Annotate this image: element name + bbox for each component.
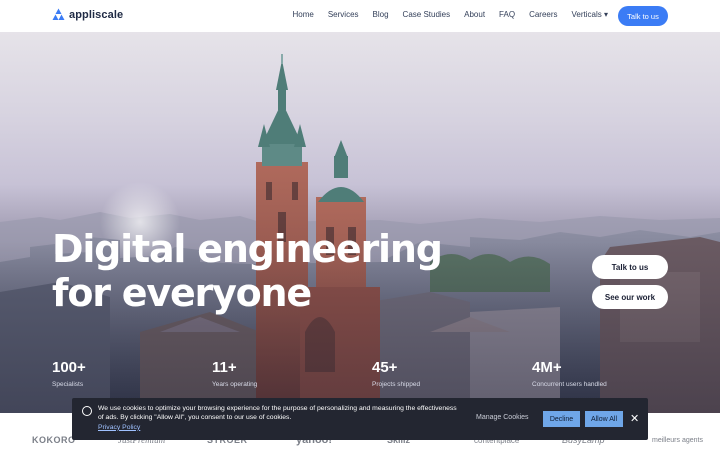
nav-item-verticals-dropdown[interactable]: Verticals ▾	[572, 10, 608, 19]
close-icon[interactable]: ✕	[630, 411, 639, 427]
allow-all-button[interactable]: Allow All	[585, 411, 623, 427]
main-menu: Home Services Blog Case Studies About FA…	[279, 10, 609, 19]
brand-name: appliscale	[69, 8, 124, 21]
see-our-work-button[interactable]: See our work	[592, 285, 668, 309]
stats-row: 100+ Specialists 11+ Years operating 45+…	[52, 359, 692, 388]
stat-value: 100+	[52, 359, 86, 376]
cookie-icon	[82, 406, 92, 416]
logo[interactable]: appliscale	[52, 8, 123, 21]
appliscale-logo-icon	[52, 8, 65, 20]
cookie-banner: We use cookies to optimize your browsing…	[72, 398, 648, 440]
stat-value: 45+	[372, 359, 398, 376]
cookie-text: We use cookies to optimize your browsing…	[98, 405, 457, 422]
nav-item-about[interactable]: About	[464, 10, 485, 19]
stat-years: 11+ Years operating	[212, 359, 372, 388]
talk-to-us-nav-button[interactable]: Talk to us	[618, 6, 668, 26]
nav-item-case-studies[interactable]: Case Studies	[403, 10, 451, 19]
headline-line-1: Digital engineering	[52, 227, 443, 271]
stat-label: Years operating	[212, 381, 258, 388]
nav-item-home[interactable]: Home	[293, 10, 314, 19]
talk-to-us-hero-button[interactable]: Talk to us	[592, 255, 668, 279]
stat-specialists: 100+ Specialists	[52, 359, 212, 388]
decline-button[interactable]: Decline	[543, 411, 580, 427]
top-navigation: appliscale Home Services Blog Case Studi…	[0, 0, 720, 32]
stat-projects: 45+ Projects shipped	[372, 359, 532, 388]
cookie-message: We use cookies to optimize your browsing…	[98, 404, 458, 432]
hero-section: Digital engineering for everyone Talk to…	[0, 32, 720, 413]
privacy-policy-link[interactable]: Privacy Policy	[98, 424, 140, 431]
client-logo-meilleurs-agents: meilleurs agents	[652, 436, 703, 444]
hero-headline: Digital engineering for everyone	[52, 227, 443, 315]
nav-item-blog[interactable]: Blog	[373, 10, 389, 19]
stat-users: 4M+ Concurrent users handled	[532, 359, 692, 388]
client-logo-kokoro: KOKORO	[32, 435, 76, 445]
stat-label: Concurrent users handled	[532, 381, 607, 388]
manage-cookies-button[interactable]: Manage Cookies	[476, 414, 529, 421]
stat-value: 11+	[212, 359, 237, 376]
stat-label: Projects shipped	[372, 381, 421, 388]
headline-line-2: for everyone	[52, 271, 312, 315]
nav-item-faq[interactable]: FAQ	[499, 10, 515, 19]
hero-overlay	[0, 32, 720, 413]
stat-value: 4M+	[532, 359, 562, 376]
stat-label: Specialists	[52, 381, 84, 388]
nav-item-careers[interactable]: Careers	[529, 10, 557, 19]
nav-item-services[interactable]: Services	[328, 10, 359, 19]
